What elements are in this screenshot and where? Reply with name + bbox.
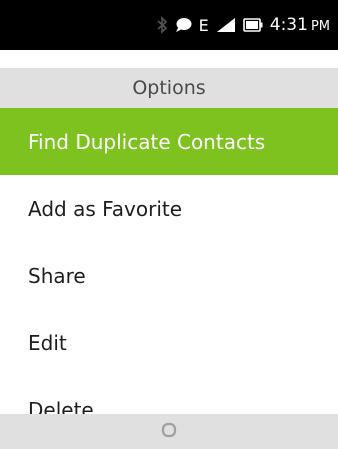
options-menu: Find Duplicate Contacts Add as Favorite … xyxy=(0,108,338,443)
circle-select-icon[interactable] xyxy=(161,422,177,442)
options-screen: E 4:31 PM Options Find Duplicate Contact… xyxy=(0,0,338,449)
signal-icon xyxy=(216,17,236,33)
menu-item-find-duplicate-contacts[interactable]: Find Duplicate Contacts xyxy=(0,108,338,175)
menu-item-share[interactable]: Share xyxy=(0,242,338,309)
clock-time: 4:31 xyxy=(269,15,308,35)
menu-item-add-as-favorite[interactable]: Add as Favorite xyxy=(0,175,338,242)
menu-item-label: Find Duplicate Contacts xyxy=(28,129,266,154)
clock: 4:31 PM xyxy=(270,15,330,35)
message-icon xyxy=(175,17,192,33)
bluetooth-icon xyxy=(157,16,168,34)
menu-item-label: Share xyxy=(28,263,86,288)
softkey-bar xyxy=(0,414,338,449)
options-header: Options xyxy=(0,68,338,108)
battery-icon xyxy=(242,18,263,32)
network-type: E xyxy=(198,15,209,35)
menu-item-label: Edit xyxy=(28,330,67,355)
menu-item-label: Add as Favorite xyxy=(28,196,183,221)
clock-ampm: PM xyxy=(310,19,330,34)
menu-item-edit[interactable]: Edit xyxy=(0,309,338,376)
page-title: Options xyxy=(132,77,206,99)
status-bar: E 4:31 PM xyxy=(0,0,338,50)
